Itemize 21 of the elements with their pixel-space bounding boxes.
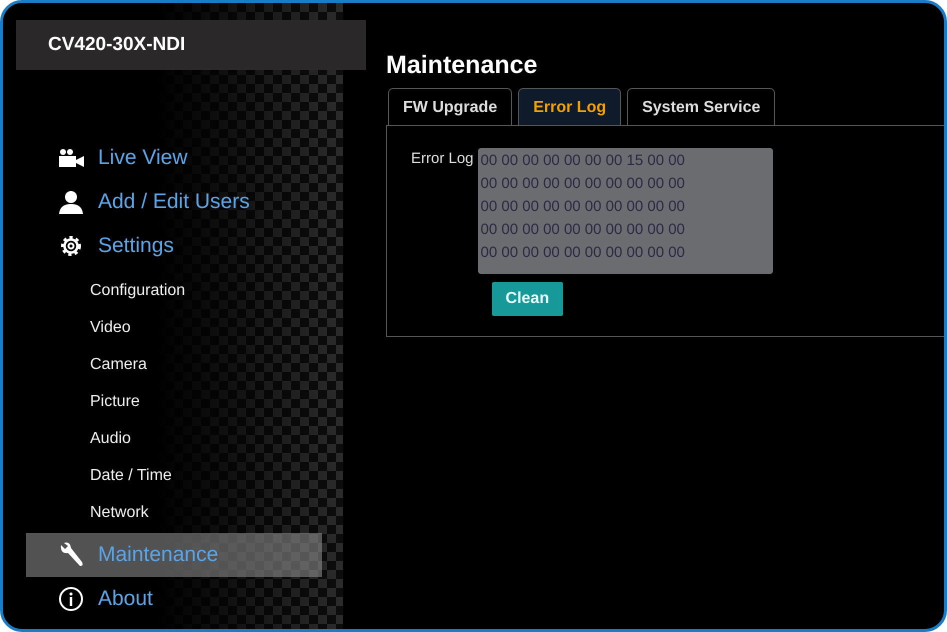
sidebar-subitem[interactable]: Date / Time	[90, 457, 343, 494]
sidebar-item[interactable]: Settings	[26, 224, 322, 268]
sidebar-subitem[interactable]: Video	[90, 309, 343, 346]
page-title: Maintenance	[386, 51, 538, 80]
tab[interactable]: Error Log	[518, 88, 622, 125]
sidebar-subitem[interactable]: Configuration	[90, 272, 343, 309]
sidebar-subitem[interactable]: Network	[90, 494, 343, 531]
sidebar-subitem[interactable]: Audio	[90, 420, 343, 457]
tab[interactable]: System Service	[627, 88, 776, 125]
sidebar-subitem[interactable]: Camera	[90, 346, 343, 383]
user-icon	[57, 190, 85, 214]
device-name: CV420-30X-NDI	[16, 20, 366, 70]
video-camera-icon	[57, 148, 85, 168]
settings-icon	[58, 233, 84, 259]
field-label: Error Log	[411, 149, 474, 169]
sidebar-item[interactable]: About	[26, 577, 322, 621]
sidebar-item[interactable]: Live View	[26, 136, 322, 180]
sidebar-subitem[interactable]: Picture	[90, 383, 343, 420]
sidebar-item[interactable]: Add / Edit Users	[26, 180, 322, 224]
tab[interactable]: FW Upgrade	[388, 88, 512, 125]
info-icon	[58, 586, 84, 612]
